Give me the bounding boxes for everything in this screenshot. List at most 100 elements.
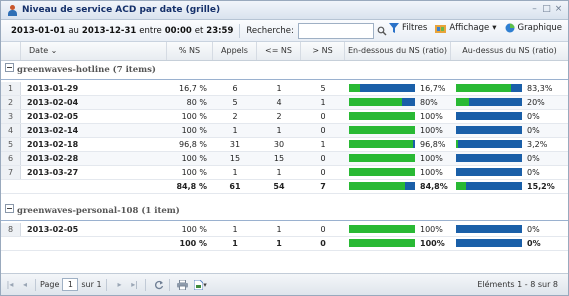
below-ns-ratio-bar [349,126,415,134]
header-below-ratio[interactable]: En-dessous du NS (ratio) [345,42,451,60]
row-over-ns: 5 [320,84,326,93]
table-row[interactable]: 4 2013-02-14 100 % 1 1 0 100% 0% [1,124,568,138]
search-button[interactable] [374,24,390,38]
close-button[interactable]: × [553,4,564,15]
total-calls: 61 [229,182,241,191]
search-input[interactable] [297,22,374,39]
first-page-button[interactable]: |◂ [4,279,16,291]
below-ns-ratio-bar-fill [349,140,413,148]
row-number: 7 [1,166,21,179]
row-date: 2013-02-14 [27,126,79,135]
total-over-ns: 0 [320,239,326,248]
header-above-ratio[interactable]: Au-dessus du NS (ratio) [451,42,568,60]
below-ns-ratio-bar [349,154,415,162]
row-calls: 1 [232,168,238,177]
display-label: Affichage [449,23,490,33]
page-count: sur 1 [81,280,102,289]
row-within-ns: 1 [276,168,282,177]
filters-button[interactable]: Filtres [389,23,427,33]
search-icon [377,26,387,35]
table-row[interactable]: 7 2013-03-27 100 % 1 1 0 100% 0% [1,166,568,180]
row-ns-percent: 16,7 % [179,84,207,93]
display-icon [435,25,447,33]
row-over-ns: 1 [320,140,326,149]
prev-page-button[interactable]: ◂ [19,279,31,291]
below-ns-ratio-value: 100% [420,126,443,135]
total-above-ns-ratio-value: 15,2% [527,182,555,191]
table-row[interactable]: 5 2013-02-18 96,8 % 31 30 1 96,8% 3,2% [1,138,568,152]
header-calls[interactable]: Appels [213,42,257,60]
chart-button[interactable]: Graphique [505,23,562,33]
row-ns-percent: 100 % [181,126,207,135]
total-above-ns-ratio-bar-fill [456,182,467,190]
below-ns-ratio-bar [349,140,415,148]
row-ns-percent: 100 % [181,154,207,163]
header-date[interactable]: Date ⌄ [21,42,167,60]
total-below-ns-ratio-bar-fill [349,182,405,190]
table-row[interactable]: 1 2013-01-29 16,7 % 6 1 5 16,7% 83,3% [1,82,568,96]
above-ns-ratio-bar [456,225,522,233]
table-row[interactable]: 2 2013-02-04 80 % 5 4 1 80% 20% [1,96,568,110]
total-below-ns-ratio-bar [349,239,415,247]
printer-icon [177,279,189,290]
total-row: 100 % 1 1 0 100% 0% [1,237,568,251]
total-over-ns: 7 [320,182,326,191]
total-below-ns-ratio-bar-fill [349,239,415,247]
table-row[interactable]: 3 2013-02-05 100 % 2 2 0 100% 0% [1,110,568,124]
row-date: 2013-03-27 [27,168,79,177]
collapse-group-icon[interactable] [5,63,14,72]
above-ns-ratio-value: 0% [527,168,540,177]
collapse-group-icon[interactable] [5,204,14,213]
group-header[interactable]: greenwaves-hotline (7 items) [1,61,568,80]
row-over-ns: 0 [320,154,326,163]
paging-divider [105,278,107,291]
above-ns-ratio-value: 3,2% [527,140,548,149]
header-le-ns[interactable]: <= NS [257,42,301,60]
page-input[interactable]: 1 [62,278,79,291]
header-gt-ns[interactable]: > NS [301,42,345,60]
row-over-ns: 1 [320,98,326,107]
below-ns-ratio-bar-fill [349,98,402,106]
above-ns-ratio-value: 0% [527,112,540,121]
toolbar: 2013-01-01 au 2013-12-31 entre 00:00 et … [1,20,568,42]
print-button[interactable] [177,279,189,291]
paging-toolbar: |◂ ◂ Page 1 sur 1 ▸ ▸| ▾ Eléments 1 - 8 … [1,273,568,295]
above-ns-ratio-bar [456,154,522,162]
group-header[interactable]: greenwaves-personal-108 (1 item) [1,202,568,221]
last-page-button[interactable]: ▸| [129,279,141,291]
table-row[interactable]: 8 2013-02-05 100 % 1 1 0 100% 0% [1,223,568,237]
export-button[interactable]: ▾ [192,279,210,291]
date-from: 2013-01-01 [11,25,66,36]
grid-header: Date ⌄ % NS Appels <= NS > NS En-dessous… [1,42,568,61]
refresh-icon [154,280,163,289]
row-date: 2013-01-29 [27,84,79,93]
page-label: Page [40,280,60,289]
maximize-button[interactable]: □ [541,4,552,15]
above-ns-ratio-bar-fill [456,98,470,106]
below-ns-ratio-bar-fill [349,154,415,162]
next-page-button[interactable]: ▸ [114,279,126,291]
total-ns-percent: 84,8 % [176,182,207,191]
row-date: 2013-02-05 [27,225,79,234]
below-ns-ratio-bar [349,168,415,176]
minimize-button[interactable]: – [529,4,540,15]
table-row[interactable]: 6 2013-02-28 100 % 15 15 0 100% 0% [1,152,568,166]
total-above-ns-ratio-bar [456,182,522,190]
total-below-ns-ratio-bar [349,182,415,190]
row-within-ns: 2 [276,112,282,121]
search-label: Recherche: [246,25,294,36]
above-ns-ratio-value: 20% [527,98,545,107]
below-ns-ratio-bar-fill [349,84,361,92]
paging-divider [35,278,36,291]
row-date: 2013-02-18 [27,140,79,149]
refresh-button[interactable] [153,279,165,291]
display-button[interactable]: Affichage ▾ [435,23,497,33]
total-calls: 1 [232,239,238,248]
date-range[interactable]: 2013-01-01 au 2013-12-31 entre 00:00 et … [11,26,233,36]
below-ns-ratio-value: 100% [420,154,443,163]
header-ns[interactable]: % NS [167,42,213,60]
total-above-ns-ratio-value: 0% [527,239,541,248]
title-bar[interactable]: Niveau de service ACD par date (grille) … [1,1,568,20]
total-within-ns: 1 [276,239,282,248]
row-within-ns: 1 [276,126,282,135]
